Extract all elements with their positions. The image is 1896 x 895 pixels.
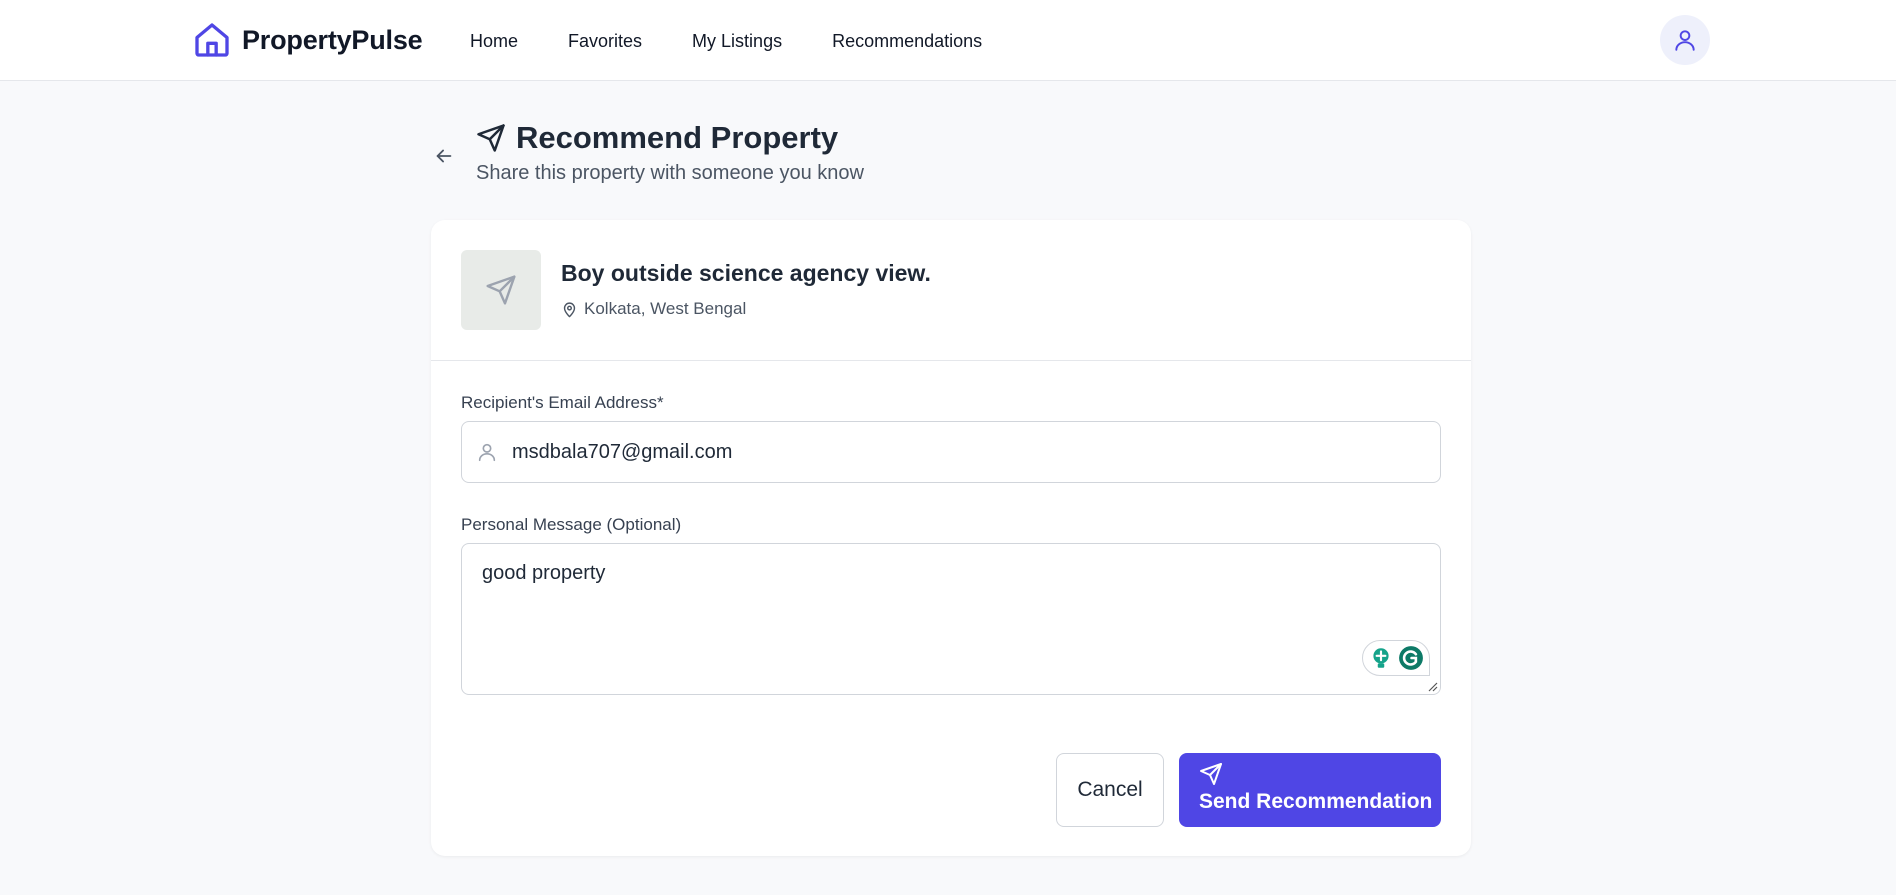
brand-name: PropertyPulse bbox=[242, 24, 423, 55]
page-heading: Recommend Property bbox=[476, 120, 838, 156]
property-summary: Boy outside science agency view. Kolkata… bbox=[431, 220, 1471, 361]
send-recommendation-button[interactable]: Send Recommendation bbox=[1179, 753, 1441, 827]
nav-recommendations[interactable]: Recommendations bbox=[832, 31, 982, 52]
lightbulb-icon bbox=[1373, 648, 1389, 668]
nav-home[interactable]: Home bbox=[470, 31, 518, 52]
main-nav: Home Favorites My Listings Recommendatio… bbox=[470, 26, 1032, 56]
brand-logo-link[interactable]: PropertyPulse bbox=[192, 20, 423, 60]
message-label: Personal Message (Optional) bbox=[461, 515, 682, 534]
user-menu-button[interactable] bbox=[1660, 15, 1710, 65]
email-label: Recipient's Email Address* bbox=[461, 393, 664, 412]
email-field-icon-wrap bbox=[462, 422, 512, 482]
user-icon bbox=[1675, 30, 1695, 51]
nav-my-listings[interactable]: My Listings bbox=[692, 31, 782, 52]
nav-favorites[interactable]: Favorites bbox=[568, 31, 642, 52]
house-logo-icon bbox=[195, 23, 229, 57]
page-title: Recommend Property bbox=[516, 120, 839, 155]
map-pin-icon bbox=[563, 301, 576, 317]
resize-grip-icon[interactable] bbox=[1426, 680, 1438, 692]
page-subtitle: Share this property with someone you kno… bbox=[476, 162, 864, 184]
message-textarea[interactable]: good property bbox=[482, 562, 1412, 672]
top-navigation-bar: PropertyPulse Home Favorites My Listings… bbox=[0, 0, 1896, 81]
recommend-form-card: Boy outside science agency view. Kolkata… bbox=[431, 220, 1471, 856]
send-icon bbox=[477, 124, 505, 152]
property-location-text: Kolkata, West Bengal bbox=[584, 299, 747, 318]
email-field[interactable] bbox=[461, 421, 1441, 483]
back-button[interactable] bbox=[430, 142, 458, 170]
property-thumbnail bbox=[461, 250, 541, 330]
property-location: Kolkata, West Bengal bbox=[561, 299, 746, 319]
grammarly-widget[interactable] bbox=[1362, 640, 1430, 676]
send-icon bbox=[486, 275, 516, 305]
arrow-left-icon bbox=[436, 149, 452, 163]
message-field[interactable]: good property bbox=[461, 543, 1441, 695]
grammarly-icon bbox=[1399, 646, 1424, 670]
email-input[interactable] bbox=[512, 432, 1412, 472]
property-title: Boy outside science agency view. bbox=[561, 260, 931, 286]
send-button-label: Send Recommendation bbox=[1199, 790, 1433, 813]
cancel-button[interactable]: Cancel bbox=[1056, 753, 1164, 827]
user-icon bbox=[478, 443, 496, 462]
send-icon bbox=[1200, 763, 1222, 785]
